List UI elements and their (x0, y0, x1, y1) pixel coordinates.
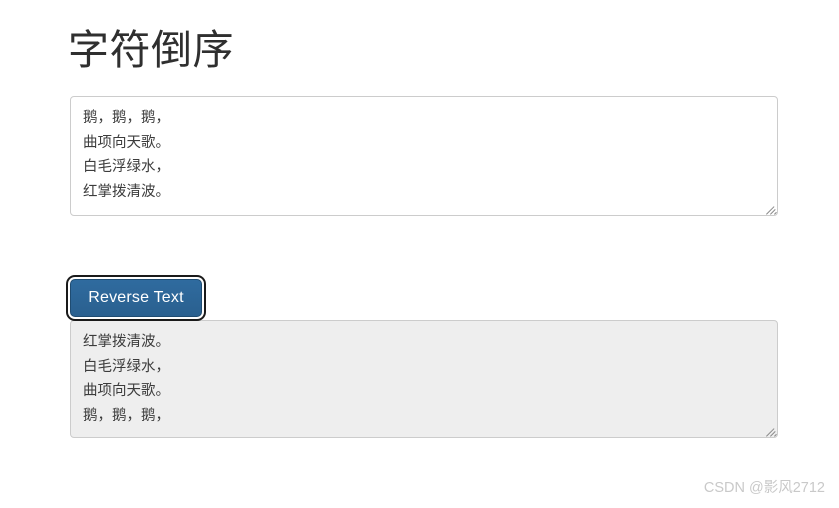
reverse-text-button[interactable]: Reverse Text (70, 279, 202, 317)
source-text-input[interactable]: 鹅，鹅，鹅， 曲项向天歌。 白毛浮绿水， 红掌拨清波。 (70, 96, 778, 216)
watermark: CSDN @影风2712 (703, 480, 825, 496)
page-title: 字符倒序 (68, 27, 234, 73)
app-root: 字符倒序 鹅，鹅，鹅， 曲项向天歌。 白毛浮绿水， 红掌拨清波。 Reverse… (0, 0, 839, 508)
reversed-text-output[interactable]: 红掌拨清波。 白毛浮绿水， 曲项向天歌。 鹅，鹅，鹅， (70, 320, 778, 438)
